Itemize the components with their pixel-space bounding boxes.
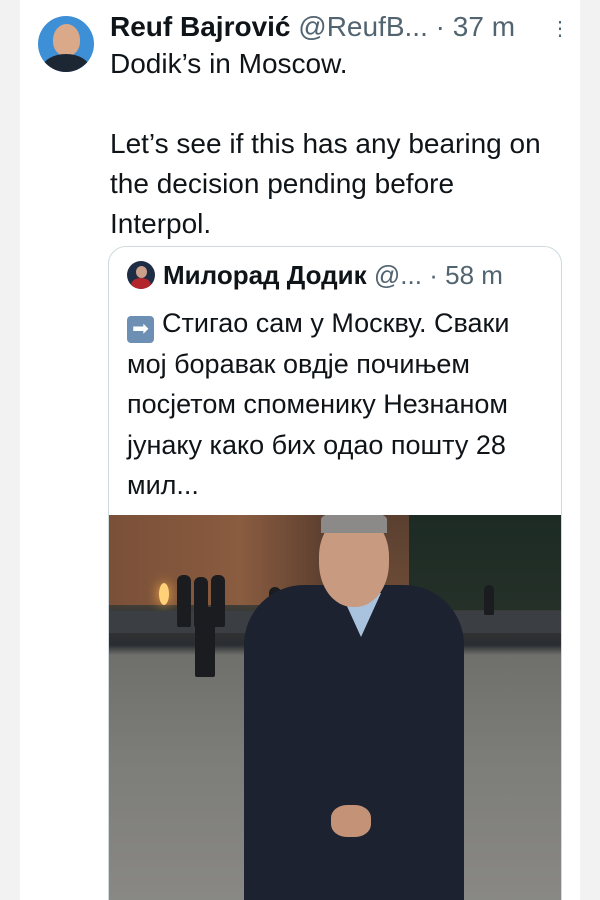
author-avatar[interactable] <box>38 16 94 72</box>
man-hair <box>321 515 387 533</box>
walking-person <box>195 607 215 677</box>
eternal-flame <box>159 583 169 605</box>
avatar-head <box>53 24 80 56</box>
quoted-tweet[interactable]: Милорад Додик @... · 58 m ➡ Стигао сам у … <box>108 246 562 900</box>
quoted-text: Стигао сам у Москву. Сваки мој боравак о… <box>127 308 510 500</box>
right-arrow-icon: ➡ <box>127 316 154 343</box>
man-hand <box>331 805 371 837</box>
tweet-timestamp[interactable]: 37 m <box>453 11 515 42</box>
tweet-header: Reuf Bajrović @ReufB... · 37 m <box>110 10 530 44</box>
header-separator: · <box>435 11 445 42</box>
quoted-author-handle[interactable]: @... <box>374 260 422 290</box>
author-handle[interactable]: @ReufB... <box>298 11 428 42</box>
man-jacket <box>244 585 464 900</box>
background-person <box>177 575 191 627</box>
quoted-author-name[interactable]: Милорад Додик <box>163 260 367 290</box>
quoted-video[interactable] <box>109 515 561 900</box>
avatar-shoulders <box>42 54 90 72</box>
more-icon[interactable]: ⋮ <box>550 14 570 44</box>
tweet-text: Dodik’s in Moscow. Let’s see if this has… <box>110 48 541 239</box>
quoted-avatar-body <box>131 278 151 289</box>
quoted-author-avatar[interactable] <box>127 261 155 289</box>
quoted-header: Милорад Додик @... · 58 m <box>163 259 553 291</box>
author-name[interactable]: Reuf Bajrović <box>110 11 291 42</box>
tweet-card[interactable]: Reuf Bajrović @ReufB... · 37 m ⋮ Dodik’s… <box>20 0 580 900</box>
quoted-timestamp[interactable]: 58 m <box>445 260 503 290</box>
quoted-text-block: ➡ Стигао сам у Москву. Сваки мој боравак … <box>127 303 552 506</box>
background-person <box>484 585 494 615</box>
quoted-avatar-head <box>136 266 147 278</box>
quoted-header-separator: · <box>429 260 438 290</box>
